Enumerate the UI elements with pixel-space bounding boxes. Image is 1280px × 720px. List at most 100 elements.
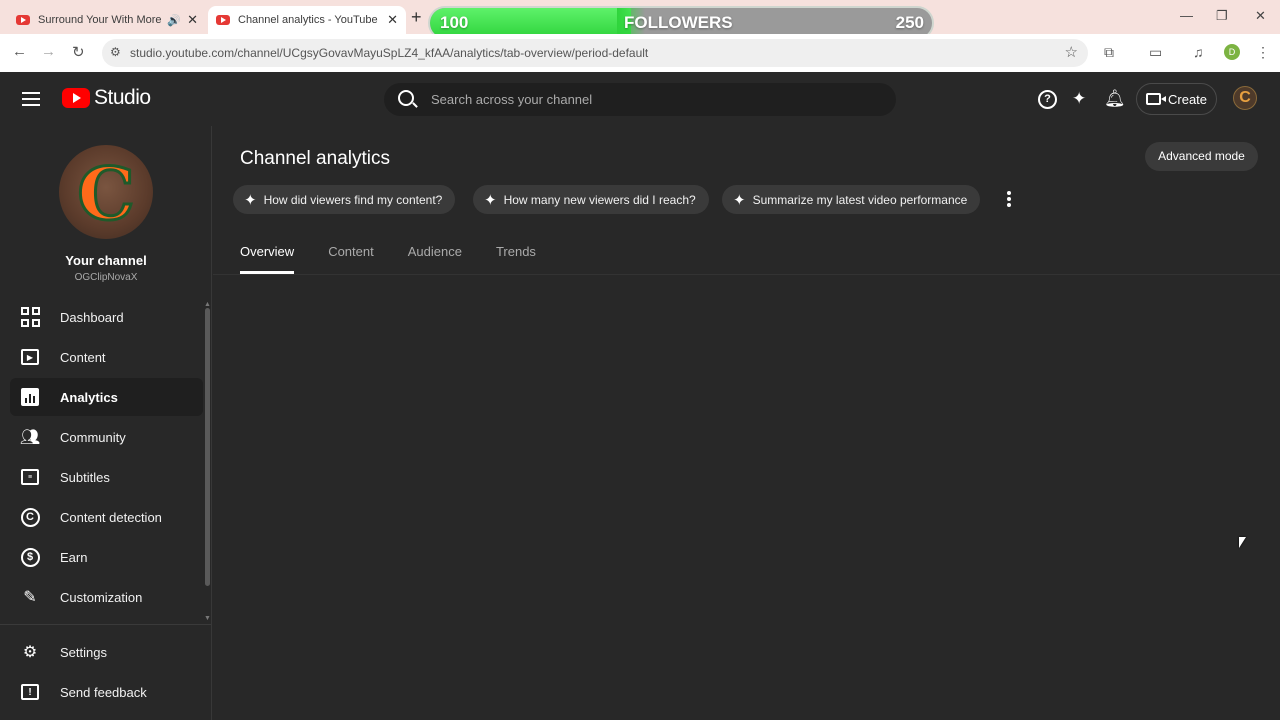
channel-avatar-letter: C [76, 150, 136, 238]
new-tab-button[interactable]: + [411, 7, 422, 28]
account-avatar[interactable]: C [1233, 86, 1257, 110]
back-icon[interactable]: ← [12, 43, 27, 60]
sidebar-item-community[interactable]: 👥︎ Community [10, 418, 203, 456]
more-options-icon[interactable] [1007, 191, 1011, 209]
browser-toolbar: ← → ↻ ⚙ studio.youtube.com/channel/UCgsy… [0, 34, 1280, 72]
page-title: Channel analytics [240, 148, 390, 169]
dashboard-icon [20, 307, 40, 327]
studio-logo[interactable]: Studio [62, 86, 151, 110]
analytics-icon [20, 387, 40, 407]
sidebar-item-settings[interactable]: ⚙ Settings [10, 633, 203, 671]
sidebar-item-content-detection[interactable]: C Content detection [10, 498, 203, 536]
sidebar-item-dashboard[interactable]: Dashboard [10, 298, 203, 336]
suggestion-chip[interactable]: ✦ How did viewers find my content? [233, 185, 456, 214]
channel-avatar[interactable]: C [59, 145, 153, 239]
search-icon [398, 90, 414, 106]
ai-sparkle-icon[interactable]: ✦ [1072, 89, 1086, 109]
channel-name: Your channel [65, 253, 147, 268]
suggestion-chip[interactable]: ✦ How many new viewers did I reach? [473, 185, 709, 214]
url-text[interactable]: studio.youtube.com/channel/UCgsyGovavMay… [130, 46, 648, 60]
copyright-icon: C [20, 507, 40, 527]
forward-icon[interactable]: → [41, 43, 56, 60]
advanced-mode-button[interactable]: Advanced mode [1145, 142, 1258, 171]
sparkle-icon: ✦ [484, 191, 497, 209]
restore-icon[interactable]: ❐ [1216, 8, 1228, 24]
suggestion-text: How did viewers find my content? [263, 192, 443, 207]
tabs-divider [213, 274, 1280, 275]
sidebar-item-analytics[interactable]: Analytics [10, 378, 203, 416]
reload-icon[interactable]: ↻ [72, 43, 85, 61]
sidebar-item-content[interactable]: ▶ Content [10, 338, 203, 376]
speaker-icon[interactable]: 🔊 [167, 14, 181, 27]
close-tab-icon[interactable]: ✕ [387, 12, 398, 28]
media-control-icon[interactable]: ♫ [1193, 44, 1204, 60]
extensions-icon[interactable]: ⧉ [1104, 44, 1114, 61]
sidebar-item-label: Send feedback [60, 684, 147, 700]
close-window-icon[interactable]: ✕ [1255, 8, 1266, 24]
sidebar-item-subtitles[interactable]: ≡ Subtitles [10, 458, 203, 496]
tab-audience[interactable]: Audience [408, 244, 462, 274]
logo-text: Studio [94, 86, 151, 109]
gear-icon: ⚙ [22, 644, 38, 661]
tab-content[interactable]: Content [328, 244, 374, 274]
suggestion-text: Summarize my latest video performance [752, 192, 968, 207]
followers-label: FOLLOWERS [624, 13, 733, 32]
followers-current: 100 [440, 13, 469, 32]
browser-menu-icon[interactable]: ⋮ [1256, 44, 1270, 61]
cast-icon[interactable]: ▭ [1149, 44, 1162, 61]
main-content: Channel analytics Advanced mode ✦ How di… [213, 126, 1280, 720]
scroll-down-arrow-icon[interactable]: ▼ [204, 615, 211, 622]
studio-header: Studio Search across your channel ✦ 🔔︎ [0, 72, 1280, 126]
minimize-icon[interactable]: — [1180, 8, 1193, 23]
close-tab-icon[interactable]: ✕ [187, 12, 198, 28]
tab-trends[interactable]: Trends [496, 244, 536, 274]
scroll-up-arrow-icon[interactable]: ▲ [204, 301, 211, 308]
tab-title: Surround Your With More V [38, 14, 164, 26]
video-camera-icon [1146, 93, 1166, 105]
create-button[interactable]: Create [1136, 83, 1217, 115]
sidebar-item-label: Dashboard [60, 309, 124, 325]
sparkle-icon: ✦ [733, 191, 746, 209]
address-bar[interactable]: ⚙ studio.youtube.com/channel/UCgsyGovavM… [102, 39, 1088, 67]
sidebar-item-label: Settings [60, 644, 107, 660]
search-placeholder: Search across your channel [431, 92, 593, 107]
help-icon[interactable]: ? [1038, 90, 1057, 109]
content-icon: ▶ [20, 347, 40, 367]
sparkle-icon: ✦ [244, 191, 257, 209]
browser-tab-music[interactable]: Surround Your With More V 🔊 ✕ [8, 6, 206, 34]
sidebar-scrollbar[interactable] [205, 308, 210, 586]
hamburger-menu-icon[interactable] [22, 92, 40, 106]
suggestion-chip[interactable]: ✦ Summarize my latest video performance [722, 185, 981, 214]
sidebar: C Your channel OGClipNovaX Dashboard ▶ C… [0, 126, 212, 720]
bookmark-star-icon[interactable]: ☆ [1065, 43, 1078, 61]
sidebar-item-label: Content detection [60, 509, 162, 525]
sidebar-item-label: Subtitles [60, 469, 110, 485]
browser-tab-analytics[interactable]: Channel analytics - YouTube St ✕ [208, 6, 406, 34]
sidebar-item-customization[interactable]: ✎ Customization [10, 578, 203, 616]
sidebar-item-label: Analytics [60, 389, 118, 405]
notifications-bell-icon[interactable]: 🔔︎ [1104, 89, 1126, 109]
tab-title: Channel analytics - YouTube St [238, 14, 382, 26]
mouse-cursor-icon [1239, 537, 1246, 548]
youtube-favicon-icon [216, 15, 230, 25]
followers-goal: 250 [895, 13, 924, 32]
youtube-logo-icon [62, 88, 90, 108]
youtube-favicon-icon [16, 15, 30, 25]
sidebar-item-earn[interactable]: $ Earn [10, 538, 203, 576]
sidebar-item-label: Content [60, 349, 106, 365]
suggestion-text: How many new viewers did I reach? [503, 192, 696, 207]
channel-handle: OGClipNovaX [74, 272, 138, 283]
sidebar-item-label: Community [60, 429, 126, 445]
community-icon: 👥︎ [19, 429, 41, 446]
create-label: Create [1168, 91, 1208, 107]
sidebar-item-label: Earn [60, 549, 88, 565]
sidebar-item-label: Customization [60, 589, 143, 605]
tab-overview[interactable]: Overview [240, 244, 295, 274]
site-info-icon[interactable]: ⚙ [110, 45, 121, 59]
magic-wand-icon: ✎ [23, 589, 37, 606]
browser-profile-avatar[interactable]: D [1224, 44, 1240, 60]
search-input[interactable]: Search across your channel [384, 83, 896, 116]
sidebar-item-send-feedback[interactable]: ! Send feedback [10, 673, 203, 711]
feedback-icon: ! [20, 682, 40, 702]
analytics-tabs: Overview Content Audience Trends [240, 244, 570, 274]
